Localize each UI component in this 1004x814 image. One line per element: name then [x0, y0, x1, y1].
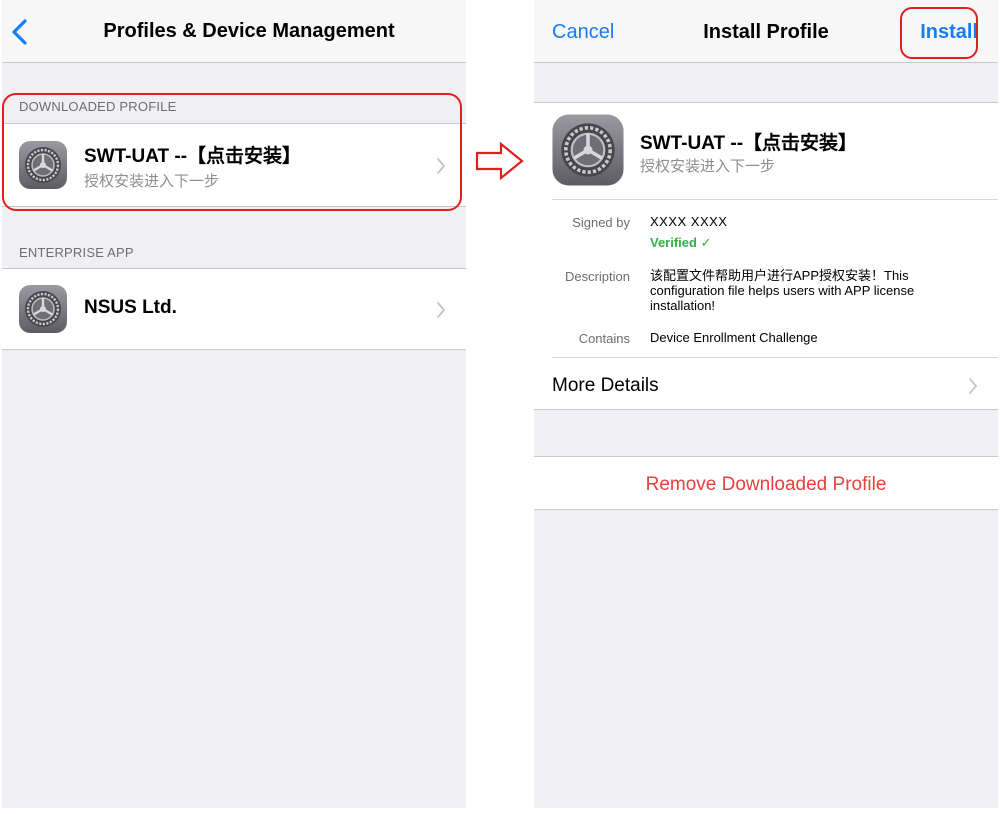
contains-value: Device Enrollment Challenge [650, 330, 818, 345]
more-details-label: More Details [552, 375, 659, 396]
page-title: Profiles & Device Management [103, 20, 395, 42]
verified-badge: Verified ✓ [650, 235, 712, 250]
profile-title: SWT-UAT --【点击安装】 [640, 133, 858, 154]
chevron-right-icon [436, 301, 446, 319]
signed-by-label: Signed by [572, 215, 630, 230]
remove-profile-label: Remove Downloaded Profile [645, 474, 887, 495]
navigation-bar: Cancel Install Profile Install [534, 0, 998, 63]
enterprise-app-title: NSUS Ltd. [84, 297, 177, 318]
description-line: configuration file helps users with APP … [650, 283, 915, 298]
downloaded-profile-header: DOWNLOADED PROFILE [19, 99, 177, 114]
description-label: Description [564, 269, 630, 284]
profile-subtitle: 授权安装进入下一步 [84, 173, 220, 190]
settings-gear-icon [18, 284, 68, 334]
downloaded-profile-cell[interactable]: SWT-UAT --【点击安装】 授权安装进入下一步 [2, 123, 466, 207]
install-profile-screen: Cancel Install Profile Install SWT-UAT -… [534, 0, 998, 808]
remove-profile-button[interactable]: Remove Downloaded Profile [534, 456, 998, 510]
navigation-bar: Profiles & Device Management [2, 0, 466, 63]
more-details-row[interactable]: More Details [534, 358, 998, 411]
profile-info-card: SWT-UAT --【点击安装】 授权安装进入下一步 Signed by XXX… [534, 102, 998, 410]
enterprise-app-header: ENTERPRISE APP [19, 245, 134, 260]
profiles-device-management-screen: Profiles & Device Management DOWNLOADED … [2, 0, 466, 808]
arrow-right-icon [475, 141, 525, 181]
chevron-right-icon [968, 377, 978, 395]
settings-gear-icon [18, 140, 68, 190]
install-button[interactable]: Install [920, 21, 978, 44]
settings-gear-icon [551, 113, 625, 187]
profile-title: SWT-UAT --【点击安装】 [84, 146, 302, 167]
divider [552, 199, 998, 200]
contains-label: Contains [578, 331, 630, 346]
signed-by-value: XXXX XXXX [650, 214, 728, 229]
enterprise-app-cell[interactable]: NSUS Ltd. [2, 268, 466, 350]
description-line: installation! [650, 298, 716, 313]
chevron-right-icon [436, 157, 446, 175]
description-line: 该配置文件帮助用户进行APP授权安装！This [650, 268, 909, 283]
profile-subtitle: 授权安装进入下一步 [640, 158, 776, 175]
